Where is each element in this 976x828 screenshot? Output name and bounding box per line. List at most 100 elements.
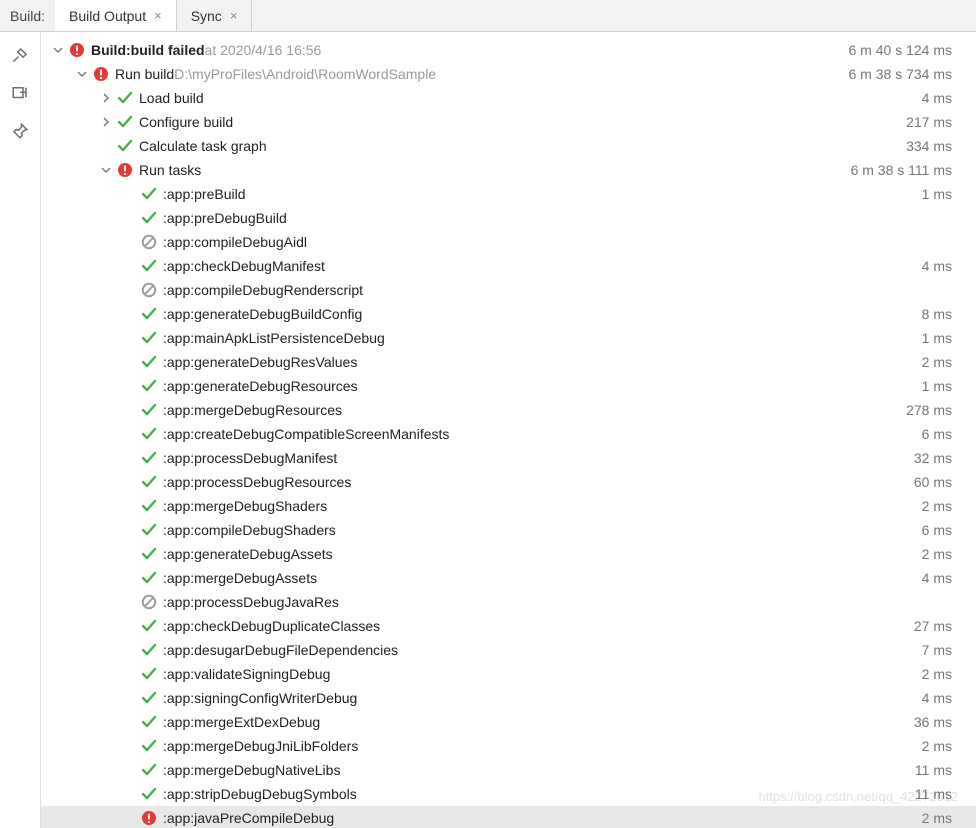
error-icon [69,42,85,58]
chevron-down-icon[interactable] [75,67,89,81]
duration-label: 11 ms [915,782,952,806]
task-name: :app:mergeDebugShaders [163,494,327,518]
success-icon [141,450,157,466]
task-name: :app:compileDebugShaders [163,518,336,542]
task-row[interactable]: :app:desugarDebugFileDependencies7 ms [41,638,976,662]
task-row[interactable]: :app:mergeDebugResources278 ms [41,398,976,422]
chevron-right-icon[interactable] [99,91,113,105]
close-icon[interactable]: × [154,8,162,23]
configure-build[interactable]: Configure build217 ms [41,110,976,134]
task-name: :app:processDebugJavaRes [163,590,339,614]
run-build[interactable]: Run build D:\myProFiles\Android\RoomWord… [41,62,976,86]
success-icon [141,738,157,754]
task-name: :app:mainApkListPersistenceDebug [163,326,385,350]
tab-label: Sync [191,8,222,24]
task-row[interactable]: :app:preBuild1 ms [41,182,976,206]
load-build[interactable]: Load build 4 ms [41,86,976,110]
task-name: :app:generateDebugResources [163,374,358,398]
task-row[interactable]: :app:stripDebugDebugSymbols11 ms [41,782,976,806]
calc-task-graph[interactable]: Calculate task graph 334 ms [41,134,976,158]
success-icon [141,618,157,634]
run-tasks[interactable]: Run tasks6 m 38 s 111 ms [41,158,976,182]
duration-label: 8 ms [922,302,952,326]
task-row[interactable]: :app:validateSigningDebug 2 ms [41,662,976,686]
duration-label: 6 m 40 s 124 ms [849,38,953,62]
duration-label: 1 ms [922,374,952,398]
duration-label: 4 ms [922,254,952,278]
error-icon [117,162,133,178]
duration-label: 60 ms [914,470,952,494]
task-row[interactable]: :app:mergeDebugJniLibFolders2 ms [41,734,976,758]
task-name: :app:compileDebugRenderscript [163,278,363,302]
success-icon [141,354,157,370]
build-root[interactable]: Build: build failed at 2020/4/16 16:566 … [41,38,976,62]
error-icon [141,810,157,826]
success-icon [141,306,157,322]
build-tree[interactable]: Build: build failed at 2020/4/16 16:566 … [41,32,976,828]
task-row[interactable]: :app:compileDebugShaders6 ms [41,518,976,542]
success-icon [141,714,157,730]
success-icon [141,762,157,778]
task-name: :app:preBuild [163,182,246,206]
success-icon [117,114,133,130]
success-icon [141,258,157,274]
task-row[interactable]: :app:processDebugManifest32 ms [41,446,976,470]
task-row[interactable]: :app:generateDebugBuildConfig8 ms [41,302,976,326]
task-row[interactable]: :app:javaPreCompileDebug2 ms [41,806,976,828]
task-name: :app:validateSigningDebug [163,662,330,686]
pin-icon[interactable] [11,122,29,140]
task-row[interactable]: :app:mainApkListPersistenceDebug1 ms [41,326,976,350]
task-row[interactable]: :app:preDebugBuild [41,206,976,230]
task-row[interactable]: :app:generateDebugAssets2 ms [41,542,976,566]
build-timestamp: at 2020/4/16 16:56 [205,38,322,62]
task-row[interactable]: :app:generateDebugResources 1 ms [41,374,976,398]
chevron-down-icon[interactable] [51,43,65,57]
chevron-right-icon[interactable] [99,115,113,129]
duration-label: 11 ms [915,758,952,782]
duration-label: 2 ms [922,494,952,518]
run-build-label: Run build [115,62,174,86]
task-row[interactable]: :app:generateDebugResValues2 ms [41,350,976,374]
task-name: :app:checkDebugManifest [163,254,325,278]
duration-label: 2 ms [922,734,952,758]
task-row[interactable]: :app:checkDebugDuplicateClasses27 ms [41,614,976,638]
task-row[interactable]: :app:processDebugJavaRes [41,590,976,614]
task-row[interactable]: :app:mergeDebugAssets4 ms [41,566,976,590]
task-row[interactable]: :app:mergeExtDexDebug36 ms [41,710,976,734]
duration-label: 36 ms [914,710,952,734]
success-icon [141,570,157,586]
tool-window-title: Build: [0,0,55,31]
chevron-down-icon[interactable] [99,163,113,177]
task-row[interactable]: :app:compileDebugRenderscript [41,278,976,302]
task-row[interactable]: :app:checkDebugManifest 4 ms [41,254,976,278]
tree-label: Calculate task graph [139,134,267,158]
tab-sync[interactable]: Sync × [177,0,253,31]
build-title-prefix: Build: [91,38,131,62]
hammer-icon[interactable] [11,46,29,64]
error-icon [93,66,109,82]
success-icon [141,330,157,346]
duration-label: 32 ms [914,446,952,470]
tree-label: Load build [139,86,204,110]
duration-label: 4 ms [922,86,952,110]
task-row[interactable]: :app:createDebugCompatibleScreenManifest… [41,422,976,446]
success-icon [141,426,157,442]
task-row[interactable]: :app:compileDebugAidl [41,230,976,254]
duration-label: 6 ms [922,422,952,446]
close-icon[interactable]: × [230,8,238,23]
tab-build-output[interactable]: Build Output × [55,0,177,31]
duration-label: 334 ms [906,134,952,158]
task-row[interactable]: :app:signingConfigWriterDebug4 ms [41,686,976,710]
run-build-path: D:\myProFiles\Android\RoomWordSample [174,62,436,86]
tab-label: Build Output [69,8,146,24]
task-name: :app:checkDebugDuplicateClasses [163,614,380,638]
duration-label: 2 ms [922,350,952,374]
task-row[interactable]: :app:mergeDebugShaders 2 ms [41,494,976,518]
success-icon [141,666,157,682]
toggle-view-icon[interactable] [11,84,29,102]
task-name: :app:createDebugCompatibleScreenManifest… [163,422,449,446]
duration-label: 2 ms [922,662,952,686]
task-row[interactable]: :app:mergeDebugNativeLibs11 ms [41,758,976,782]
no-source-icon [141,282,157,298]
task-row[interactable]: :app:processDebugResources60 ms [41,470,976,494]
